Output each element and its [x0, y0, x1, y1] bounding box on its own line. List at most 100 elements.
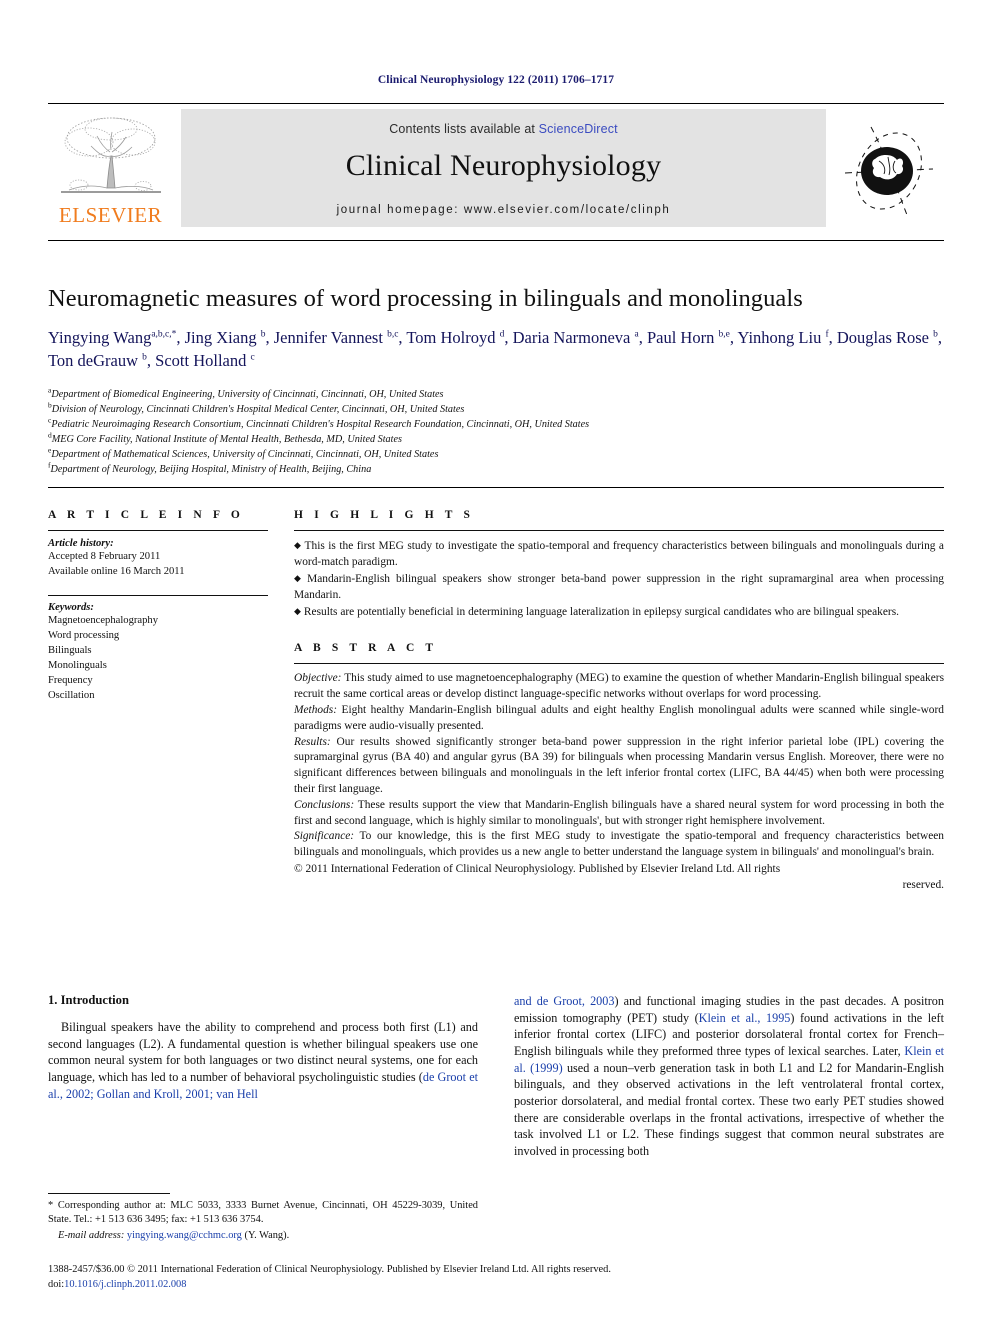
affiliation-text: Department of Biomedical Engineering, Un…	[51, 388, 444, 400]
highlights-abstract-panel: H I G H L I G H T S ◆ This is the first M…	[294, 509, 944, 894]
highlight-text: Results are potentially beneficial in de…	[303, 606, 899, 619]
keywords-label: Keywords:	[48, 602, 94, 614]
intro-paragraph-right: and de Groot, 2003) and functional imagi…	[514, 993, 944, 1160]
keyword-item: Magnetoencephalography	[48, 615, 159, 627]
elsevier-wordmark: ELSEVIER	[58, 203, 163, 227]
abstract-section: Methods: Eight healthy Mandarin-English …	[294, 703, 944, 735]
article-history-online: Available online 16 March 2011	[48, 566, 185, 578]
contents-available-line: Contents lists available at ScienceDirec…	[181, 122, 826, 136]
citation-link[interactable]: and de Groot, 2003	[514, 994, 614, 1008]
info-abstract-columns: A R T I C L E I N F O Article history: A…	[48, 487, 944, 894]
abstract-label: Objective:	[294, 672, 342, 685]
brain-sphere-icon	[844, 126, 934, 216]
divider	[48, 595, 268, 597]
abstract-text: Our results showed significantly stronge…	[294, 735, 944, 795]
abstract-section: Objective: This study aimed to use magne…	[294, 671, 944, 703]
doi-link[interactable]: 10.1016/j.clinph.2011.02.008	[64, 1279, 186, 1290]
affiliation-text: Pediatric Neuroimaging Research Consorti…	[51, 418, 590, 430]
intro-paragraph-left: Bilingual speakers have the ability to c…	[48, 1019, 478, 1102]
abstract-heading: A B S T R A C T	[294, 642, 438, 655]
paper-page: Clinical Neurophysiology 122 (2011) 1706…	[0, 0, 992, 1323]
article-history-accepted: Accepted 8 February 2011	[48, 551, 161, 562]
affiliation-item: bDivision of Neurology, Cincinnati Child…	[48, 401, 944, 417]
intro-text: Bilingual speakers have the ability to c…	[48, 1020, 478, 1084]
body-columns: 1. Introduction Bilingual speakers have …	[48, 993, 944, 1160]
doi-line: doi:10.1016/j.clinph.2011.02.008	[48, 1277, 944, 1292]
keyword-item: Oscillation	[48, 690, 95, 702]
highlights-list: ◆ This is the first MEG study to investig…	[294, 538, 944, 620]
elsevier-logo: ELSEVIER	[48, 109, 173, 231]
sciencedirect-link[interactable]: ScienceDirect	[539, 122, 618, 136]
email-label: E-mail address:	[58, 1229, 125, 1241]
doi-prefix: doi:	[48, 1279, 65, 1291]
divider	[48, 530, 268, 531]
abstract-section: Results: Our results showed significantl…	[294, 735, 944, 798]
journal-homepage[interactable]: journal homepage: www.elsevier.com/locat…	[181, 204, 826, 216]
abstract-section: Significance: To our knowledge, this is …	[294, 829, 944, 861]
abstract-text: Eight healthy Mandarin-English bilingual…	[294, 703, 944, 732]
abstract-copyright-tail: reserved.	[902, 878, 944, 891]
citation-link[interactable]: Klein et al., 1995	[699, 1011, 791, 1025]
affiliation-text: Department of Mathematical Sciences, Uni…	[51, 449, 439, 461]
bullet-icon: ◆	[294, 540, 302, 550]
keyword-item: Frequency	[48, 675, 93, 687]
abstract-label: Results:	[294, 735, 331, 748]
abstract-text: To our knowledge, this is the first MEG …	[294, 830, 944, 859]
keyword-item: Monolinguals	[48, 660, 107, 672]
journal-title: Clinical Neurophysiology	[345, 149, 662, 182]
footnote-address: * Corresponding author at: MLC 5033, 333…	[48, 1199, 478, 1228]
page-title: Neuromagnetic measures of word processin…	[48, 285, 803, 312]
divider	[294, 530, 944, 531]
page-footer: 1388-2457/$36.00 © 2011 International Fe…	[48, 1262, 944, 1292]
footnote-address-text: Corresponding author at: MLC 5033, 3333 …	[48, 1200, 478, 1226]
affiliation-item: cPediatric Neuroimaging Research Consort…	[48, 416, 944, 432]
affiliation-list: aDepartment of Biomedical Engineering, U…	[48, 386, 944, 478]
body-column-right: and de Groot, 2003) and functional imagi…	[514, 993, 944, 1160]
affiliation-text: MEG Core Facility, National Institute of…	[51, 433, 402, 445]
issn-copyright-line: 1388-2457/$36.00 © 2011 International Fe…	[48, 1264, 611, 1275]
abstract-label: Methods:	[294, 703, 338, 716]
email-owner: (Y. Wang).	[244, 1229, 290, 1241]
abstract-text: This study aimed to use magnetoencephalo…	[294, 672, 944, 701]
abstract-copyright: © 2011 International Federation of Clini…	[294, 862, 781, 875]
abstract-label: Conclusions:	[294, 798, 355, 811]
abstract-section: Conclusions: These results support the v…	[294, 798, 944, 830]
journal-logo	[834, 109, 944, 231]
author-list: Yingying Wanga,b,c,*, Jing Xiang b, Jenn…	[48, 328, 942, 370]
divider	[294, 663, 944, 665]
affiliation-text: Department of Neurology, Beijing Hospita…	[50, 464, 372, 476]
masthead-band: Contents lists available at ScienceDirec…	[181, 109, 826, 227]
highlights-heading: H I G H L I G H T S	[294, 509, 475, 521]
highlight-item: ◆ Results are potentially beneficial in d…	[294, 604, 944, 620]
section-heading-introduction: 1. Introduction	[48, 993, 129, 1007]
running-head: Clinical Neurophysiology 122 (2011) 1706…	[377, 74, 615, 86]
abstract-body: Objective: This study aimed to use magne…	[294, 671, 944, 893]
corresponding-author-footnote: * Corresponding author at: MLC 5033, 333…	[48, 1193, 478, 1243]
affiliation-item: dMEG Core Facility, National Institute o…	[48, 431, 944, 447]
affiliation-item: aDepartment of Biomedical Engineering, U…	[48, 386, 944, 402]
highlight-text: Mandarin-English bilingual speakers show…	[294, 573, 944, 602]
keyword-item: Word processing	[48, 630, 120, 642]
article-info-panel: A R T I C L E I N F O Article history: A…	[48, 509, 294, 894]
highlight-item: ◆ Mandarin-English bilingual speakers sho…	[294, 571, 944, 603]
keyword-item: Bilinguals	[48, 645, 92, 657]
affiliation-item: eDepartment of Mathematical Sciences, Un…	[48, 446, 944, 462]
abstract-label: Significance:	[294, 830, 355, 843]
body-column-left: 1. Introduction Bilingual speakers have …	[48, 993, 478, 1160]
bullet-icon: ◆	[294, 606, 301, 617]
article-info-heading: A R T I C L E I N F O	[48, 509, 244, 521]
abstract-text: These results support the view that Mand…	[294, 798, 944, 827]
email-link[interactable]: yingying.wang@cchmc.org	[127, 1230, 242, 1241]
highlight-item: ◆ This is the first MEG study to investig…	[294, 538, 944, 570]
footnote-divider	[48, 1193, 170, 1194]
bullet-icon: ◆	[294, 573, 305, 584]
highlight-text: This is the first MEG study to investiga…	[294, 540, 944, 569]
title-block: Neuromagnetic measures of word processin…	[48, 240, 944, 477]
affiliation-text: Division of Neurology, Cincinnati Childr…	[51, 403, 465, 415]
article-history-label: Article history:	[48, 538, 114, 549]
footnote-email-line: E-mail address: yingying.wang@cchmc.org …	[48, 1229, 478, 1243]
intro-text: used a noun–verb generation task in both…	[514, 1060, 945, 1158]
affiliation-item: fDepartment of Neurology, Beijing Hospit…	[48, 462, 944, 477]
journal-masthead: ELSEVIER Contents lists available at Sci…	[48, 103, 944, 232]
contents-prefix: Contents lists available at	[389, 122, 539, 136]
